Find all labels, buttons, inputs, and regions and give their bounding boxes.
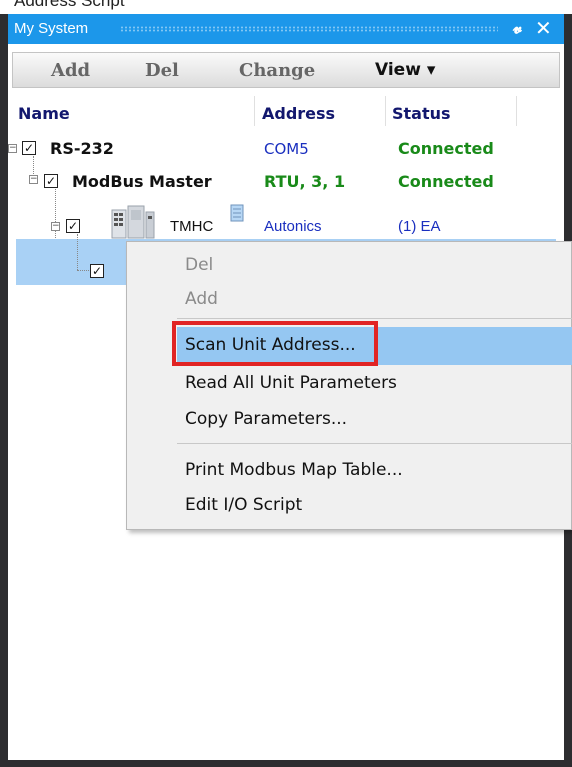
menu-item-del[interactable]: Del [185,255,213,275]
node-status: (1) EA [398,218,441,235]
modbus-master-checkbox[interactable]: ✓ [44,174,58,188]
menu-item-add[interactable]: Add [185,289,218,309]
tree-row-rs232[interactable]: − ✓ RS-232 COM5 Connected [8,136,564,160]
collapse-icon[interactable]: − [8,144,17,153]
node-address: Autonics [264,218,322,235]
column-divider[interactable] [516,96,517,126]
node-name: RS-232 [50,139,114,158]
node-address: COM5 [264,140,309,158]
node-status: Connected [398,172,494,191]
toolbar: Add Del Change View ▾ [12,52,560,88]
node-address: RTU, 3, 1 [264,172,346,191]
node-name: TMHC [170,218,214,235]
column-divider[interactable] [385,96,386,126]
menu-separator [177,443,572,444]
document-icon [230,204,244,222]
change-button[interactable]: Change [239,60,315,81]
menu-item-read-all-unit-parameters[interactable]: Read All Unit Parameters [185,373,397,393]
column-divider[interactable] [254,96,255,126]
del-button[interactable]: Del [145,60,179,81]
menu-item-print-modbus-map-table[interactable]: Print Modbus Map Table... [185,460,403,480]
node-name: ModBus Master [72,172,212,191]
panel-title-bar: My System 𝓿 ✕ [8,14,564,44]
menu-item-copy-parameters[interactable]: Copy Parameters... [185,409,347,429]
add-button[interactable]: Add [51,60,90,81]
tree-row-tmhc[interactable]: − ✓ TMHC Autonics (1) EA [8,198,564,244]
device-icon [111,205,155,239]
collapse-icon[interactable]: − [29,175,38,184]
column-header-status[interactable]: Status [392,104,451,123]
column-header-name[interactable]: Name [18,104,70,123]
column-header-address[interactable]: Address [262,104,335,123]
view-dropdown-button[interactable]: View ▾ [375,60,435,80]
tree-row-modbus-master[interactable]: − ✓ ModBus Master RTU, 3, 1 Connected [8,169,564,193]
clipped-caption: Address Script [14,0,125,10]
node-status: Connected [398,139,494,158]
child-checkbox[interactable]: ✓ [90,264,104,278]
menu-item-edit-io-script[interactable]: Edit I/O Script [185,495,302,515]
rs232-checkbox[interactable]: ✓ [22,141,36,155]
collapse-icon[interactable]: − [51,222,60,231]
menu-separator [177,318,572,319]
annotation-highlight-box [172,321,378,366]
tmhc-checkbox[interactable]: ✓ [66,219,80,233]
title-grip[interactable] [120,26,498,32]
pin-icon[interactable]: 𝓿 [513,18,522,38]
close-icon[interactable]: ✕ [535,16,552,40]
top-clipped-text-strip: Address Script [0,0,572,14]
context-menu: Del Add Scan Unit Address... Read All Un… [126,241,572,530]
panel-title: My System [14,20,89,37]
